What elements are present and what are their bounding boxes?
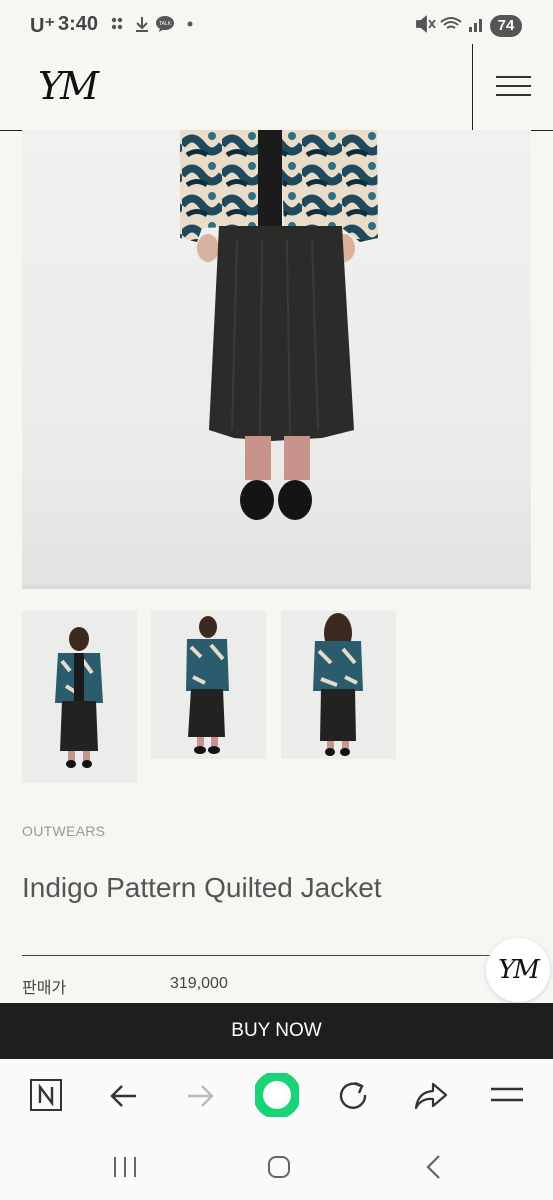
back-arrow-icon[interactable] — [108, 1081, 140, 1111]
site-header: YM — [0, 44, 553, 131]
price-label: 판매가 — [22, 980, 67, 997]
system-nav-bar — [0, 1135, 553, 1200]
status-bar: U⁺ 3:40 TALK 74 — [0, 0, 553, 44]
product-thumbnail-back[interactable] — [281, 611, 396, 759]
share-icon[interactable] — [413, 1080, 449, 1112]
talk-icon: TALK — [156, 16, 174, 32]
download-icon — [136, 17, 148, 32]
battery-badge: 74 — [490, 15, 522, 37]
brand-logo[interactable]: YM — [38, 64, 99, 108]
forward-arrow-icon[interactable] — [184, 1081, 216, 1111]
header-divider — [472, 44, 473, 130]
floating-logo-button[interactable]: YM — [486, 938, 550, 1002]
divider — [22, 955, 492, 956]
more-dot-icon — [187, 21, 193, 27]
product-title: Indigo Pattern Quilted Jacket — [22, 872, 382, 903]
signal-icon — [469, 19, 482, 32]
clock: 3:40 — [58, 13, 99, 35]
svg-text:TALK: TALK — [159, 21, 172, 27]
notification-icons: TALK — [110, 14, 200, 38]
home-button-icon[interactable] — [266, 1154, 292, 1180]
grid-icon — [111, 17, 123, 30]
product-category[interactable]: OUTWEARS — [22, 823, 105, 839]
back-nav-icon[interactable] — [423, 1154, 443, 1180]
mute-icon — [416, 15, 436, 33]
wifi-icon — [440, 17, 462, 29]
product-main-image[interactable] — [22, 130, 531, 589]
system-icons — [415, 13, 487, 40]
recent-apps-icon[interactable] — [112, 1155, 138, 1179]
price-value: 319,000 — [170, 975, 228, 992]
browser-menu-icon[interactable] — [490, 1085, 524, 1105]
reload-icon[interactable] — [336, 1079, 370, 1113]
carrier-label: U⁺ — [30, 15, 55, 37]
browser-toolbar — [0, 1059, 553, 1135]
buy-now-button[interactable]: BUY NOW — [0, 1003, 553, 1059]
green-home-icon[interactable] — [255, 1073, 299, 1117]
product-thumbnail-front[interactable] — [22, 611, 137, 783]
naver-home-icon[interactable] — [29, 1078, 63, 1112]
product-thumbnail-side[interactable] — [151, 611, 266, 759]
hamburger-menu-icon[interactable] — [496, 76, 531, 96]
